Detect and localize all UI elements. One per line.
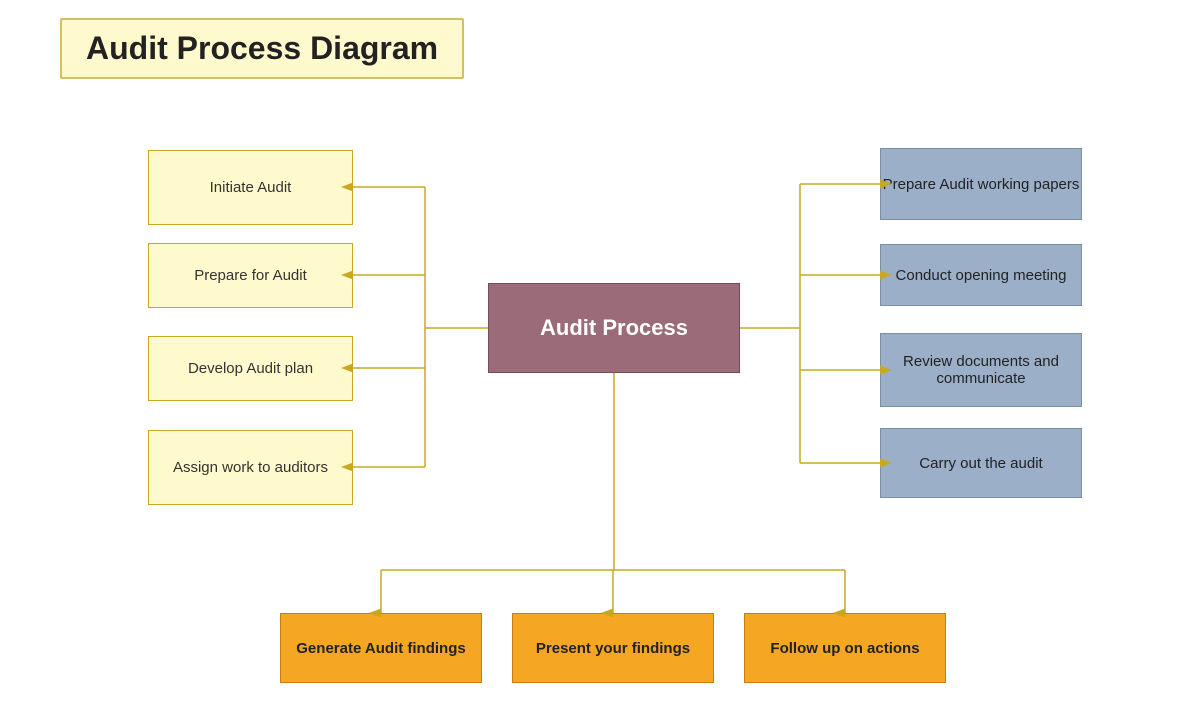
page-title: Audit Process Diagram <box>86 30 438 66</box>
bottom-box-generate: Generate Audit findings <box>280 613 482 683</box>
bottom-box-present: Present your findings <box>512 613 714 683</box>
title-box: Audit Process Diagram <box>60 18 464 79</box>
left-box-develop: Develop Audit plan <box>148 336 353 401</box>
right-box-carryout: Carry out the audit <box>880 428 1082 498</box>
left-box-assign: Assign work to auditors <box>148 430 353 505</box>
center-box: Audit Process <box>488 283 740 373</box>
left-box-prepare: Prepare for Audit <box>148 243 353 308</box>
left-box-initiate: Initiate Audit <box>148 150 353 225</box>
right-box-meeting: Conduct opening meeting <box>880 244 1082 306</box>
right-box-review: Review documents and communicate <box>880 333 1082 407</box>
right-box-papers: Prepare Audit working papers <box>880 148 1082 220</box>
bottom-box-followup: Follow up on actions <box>744 613 946 683</box>
